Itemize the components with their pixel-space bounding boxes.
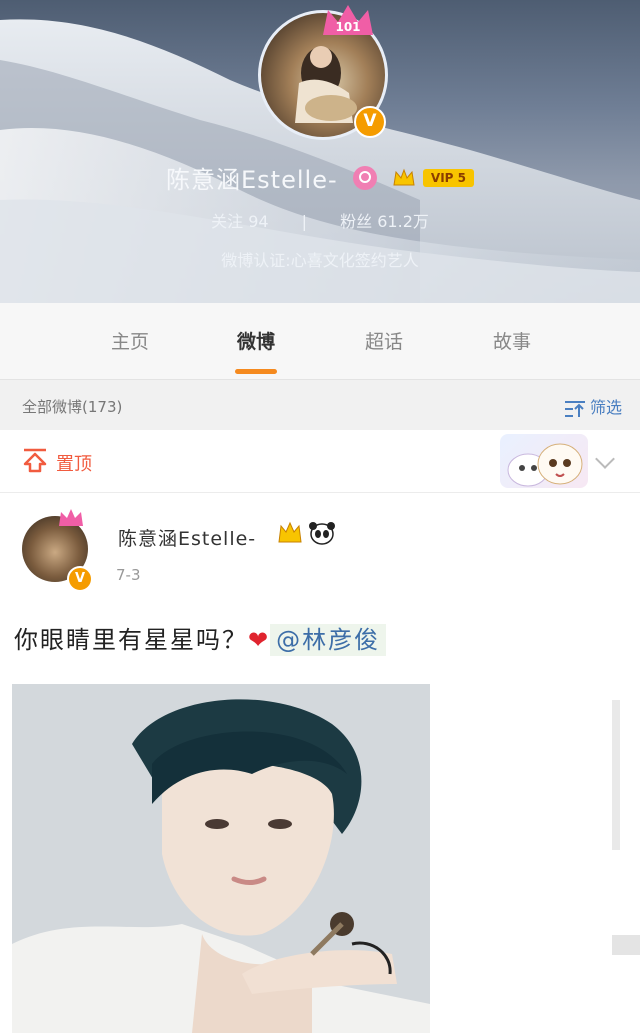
- chevron-down-icon[interactable]: [595, 449, 615, 469]
- tab-weibo[interactable]: 微博: [206, 327, 306, 354]
- post-body: 你眼睛里有星星吗？: [14, 626, 248, 654]
- filter-button[interactable]: 筛选: [564, 394, 622, 418]
- vip-badge[interactable]: VIP 5: [422, 168, 474, 187]
- post-date: 7-3: [116, 566, 141, 584]
- post-badges: [278, 521, 335, 545]
- filter-bar: 全部微博(173) 筛选: [0, 380, 640, 430]
- fans-count[interactable]: 粉丝 61.2万: [340, 212, 429, 231]
- active-tab-indicator: [235, 369, 277, 374]
- crown-icon: 101: [323, 5, 373, 35]
- profile-cover: 101 V 陈意涵Estelle- VIP 5 关注 94 | 粉丝 61.2万…: [0, 0, 640, 303]
- cartoon-image: [507, 443, 583, 487]
- post-author[interactable]: 陈意涵Estelle-: [118, 524, 256, 551]
- vip-crown-icon: [393, 168, 415, 185]
- cartoon-sticker: [500, 434, 588, 488]
- follow-count[interactable]: 关注 94: [211, 212, 268, 231]
- heart-emoji: ❤: [248, 626, 271, 654]
- post-photo: [12, 684, 430, 1033]
- verification-text: 微博认证:心喜文化签约艺人: [221, 251, 419, 270]
- post-image[interactable]: [12, 684, 430, 1033]
- profile-tabs: 主页 微博 超话 故事: [0, 303, 640, 380]
- tab-story[interactable]: 故事: [462, 327, 562, 354]
- mention-link[interactable]: @林彦俊: [270, 624, 387, 656]
- pinned-row[interactable]: 置顶: [0, 430, 640, 493]
- profile-stats: 关注 94 | 粉丝 61.2万: [0, 208, 640, 232]
- filter-icon: [564, 400, 585, 417]
- panda-icon: [309, 522, 335, 545]
- post-crown-icon: [59, 509, 83, 526]
- stats-separator: |: [301, 212, 308, 231]
- all-weibo-count[interactable]: 全部微博(173): [22, 396, 122, 417]
- post-text: 你眼睛里有星星吗？❤ @林彦俊: [14, 620, 387, 656]
- tab-home[interactable]: 主页: [80, 327, 180, 354]
- vip-crown-icon: [278, 521, 302, 543]
- scroll-edge: [612, 700, 620, 850]
- profile-name-row: 陈意涵Estelle- VIP 5: [0, 160, 640, 195]
- tab-super-topic[interactable]: 超话: [334, 327, 434, 354]
- pinned-label: 置顶: [56, 454, 92, 475]
- svg-text:101: 101: [335, 20, 360, 34]
- weibo-profile-page: 101 V 陈意涵Estelle- VIP 5 关注 94 | 粉丝 61.2万…: [0, 0, 640, 1033]
- search-icon[interactable]: [352, 165, 377, 190]
- post-verified-badge: V: [67, 566, 93, 592]
- pin-icon: [23, 448, 47, 473]
- filter-label: 筛选: [589, 398, 622, 417]
- profile-name: 陈意涵Estelle-: [166, 166, 338, 194]
- scroll-edge-bottom: [612, 935, 640, 955]
- verified-badge: V: [354, 106, 386, 138]
